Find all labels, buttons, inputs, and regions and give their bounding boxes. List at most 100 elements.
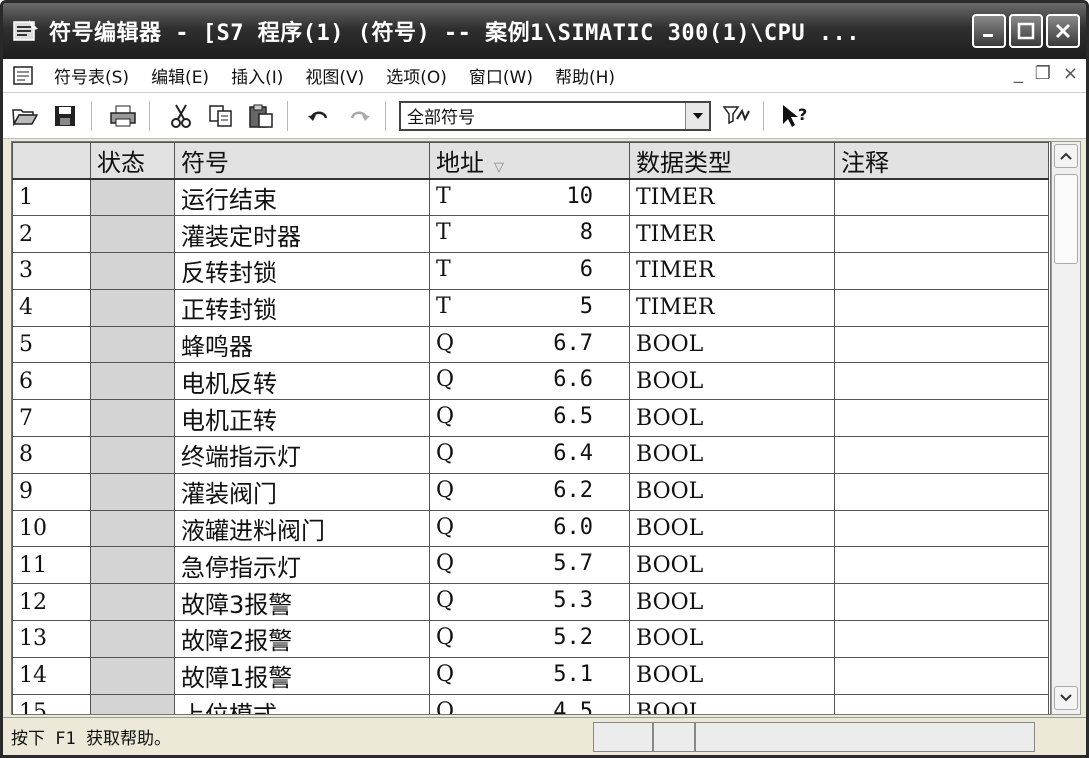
filter-button[interactable]	[719, 98, 755, 134]
symbol-cell[interactable]: 终端指示灯	[174, 436, 430, 474]
address-cell[interactable]: Q 5.3	[429, 583, 630, 622]
address-cell[interactable]: Q 4.5	[429, 693, 630, 714]
comment-cell[interactable]	[834, 472, 1049, 511]
symbol-cell[interactable]: 上位模式	[174, 693, 430, 714]
comment-cell[interactable]	[834, 362, 1049, 401]
symbol-cell[interactable]: 灌装阀门	[174, 472, 430, 511]
symbol-cell[interactable]: 蜂鸣器	[174, 325, 430, 364]
scroll-down-button[interactable]	[1054, 686, 1078, 710]
symbol-cell[interactable]: 故障1报警	[174, 656, 430, 695]
datatype-cell[interactable]: BOOL	[629, 620, 835, 658]
comment-cell[interactable]	[834, 215, 1049, 254]
address-cell[interactable]: T5	[429, 288, 630, 327]
copy-button[interactable]	[203, 98, 239, 134]
address-cell[interactable]: T 10	[429, 178, 630, 217]
symbol-cell[interactable]: 液罐进料阀门	[174, 509, 430, 548]
status-cell[interactable]	[90, 509, 175, 548]
row-number[interactable]: 10	[12, 509, 91, 548]
datatype-cell[interactable]: BOOL	[629, 656, 835, 695]
table-row[interactable]: 8 终端指示灯 Q 6.4 BOOL	[12, 436, 1049, 474]
comment-cell[interactable]	[834, 436, 1049, 474]
datatype-cell[interactable]: TIMER	[629, 215, 835, 254]
row-number[interactable]: 7	[12, 399, 91, 438]
table-row[interactable]: 15 上位模式 Q 4.5 BOOL	[12, 693, 1049, 714]
symbol-column-header[interactable]: 符号	[174, 142, 430, 180]
address-cell[interactable]: Q 5.7	[429, 546, 630, 585]
row-number[interactable]: 5	[12, 325, 91, 364]
paste-button[interactable]	[243, 98, 279, 134]
vertical-scrollbar[interactable]	[1051, 141, 1081, 715]
row-number[interactable]: 4	[12, 288, 91, 327]
menu-options[interactable]: 选项(O)	[375, 63, 458, 88]
status-cell[interactable]	[90, 252, 175, 290]
row-number[interactable]: 3	[12, 252, 91, 290]
table-row[interactable]: 14 故障1报警 Q 5.1 BOOL	[12, 656, 1049, 695]
row-number-header[interactable]	[12, 142, 91, 180]
comment-cell[interactable]	[834, 693, 1049, 714]
row-number[interactable]: 8	[12, 436, 91, 474]
address-cell[interactable]: Q 6.2	[429, 472, 630, 511]
menu-insert[interactable]: 插入(I)	[220, 63, 294, 88]
address-cell[interactable]: T6	[429, 252, 630, 290]
child-close-button[interactable]: ×	[1063, 63, 1078, 84]
datatype-cell[interactable]: BOOL	[629, 583, 835, 622]
status-cell[interactable]	[90, 656, 175, 695]
menu-help[interactable]: 帮助(H)	[544, 63, 626, 88]
table-row[interactable]: 13 故障2报警 Q 5.2 BOOL	[12, 620, 1049, 658]
datatype-cell[interactable]: TIMER	[629, 178, 835, 217]
row-number[interactable]: 13	[12, 620, 91, 658]
table-row[interactable]: 7 电机正转 Q 6.5 BOOL	[12, 399, 1049, 438]
table-row[interactable]: 11 急停指示灯 Q 5.7 BOOL	[12, 546, 1049, 585]
row-number[interactable]: 1	[12, 178, 91, 217]
context-help-button[interactable]: ?	[777, 98, 813, 134]
address-cell[interactable]: Q 6.7	[429, 325, 630, 364]
table-row[interactable]: 9 灌装阀门 Q 6.2 BOOL	[12, 472, 1049, 511]
datatype-cell[interactable]: BOOL	[629, 362, 835, 401]
undo-button[interactable]	[301, 98, 337, 134]
datatype-cell[interactable]: BOOL	[629, 399, 835, 438]
save-button[interactable]	[47, 98, 83, 134]
comment-cell[interactable]	[834, 178, 1049, 217]
address-cell[interactable]: Q 6.5	[429, 399, 630, 438]
status-cell[interactable]	[90, 215, 175, 254]
status-cell[interactable]	[90, 362, 175, 401]
table-row[interactable]: 1 运行结束 T 10 TIMER	[12, 178, 1049, 217]
address-cell[interactable]: T8	[429, 215, 630, 254]
symbol-filter-select[interactable]: 全部符号	[399, 100, 711, 131]
status-cell[interactable]	[90, 436, 175, 474]
symbol-cell[interactable]: 反转封锁	[174, 252, 430, 290]
status-column-header[interactable]: 状态	[90, 142, 175, 180]
table-row[interactable]: 4 正转封锁 T 5 TIMER	[12, 288, 1049, 327]
status-cell[interactable]	[90, 325, 175, 364]
menu-view[interactable]: 视图(V)	[294, 63, 375, 88]
symbol-cell[interactable]: 急停指示灯	[174, 546, 430, 585]
table-row[interactable]: 5 蜂鸣器 Q 6.7 BOOL	[12, 325, 1049, 364]
menu-edit[interactable]: 编辑(E)	[140, 63, 220, 88]
comment-cell[interactable]	[834, 399, 1049, 438]
comment-cell[interactable]	[834, 288, 1049, 327]
child-minimize-button[interactable]: _	[1014, 63, 1023, 84]
status-cell[interactable]	[90, 583, 175, 622]
address-column-header[interactable]: 地址 ▽	[429, 142, 630, 180]
datatype-cell[interactable]: BOOL	[629, 546, 835, 585]
close-button[interactable]	[1046, 14, 1080, 48]
status-cell[interactable]	[90, 620, 175, 658]
row-number[interactable]: 6	[12, 362, 91, 401]
comment-cell[interactable]	[834, 509, 1049, 548]
symbol-cell[interactable]: 故障2报警	[174, 620, 430, 658]
symbol-cell[interactable]: 灌装定时器	[174, 215, 430, 254]
print-button[interactable]	[105, 98, 141, 134]
comment-cell[interactable]	[834, 656, 1049, 695]
menu-window[interactable]: 窗口(W)	[458, 63, 544, 88]
datatype-cell[interactable]: BOOL	[629, 472, 835, 511]
table-row[interactable]: 6 电机反转 Q 6.6 BOOL	[12, 362, 1049, 401]
scroll-thumb[interactable]	[1054, 174, 1078, 264]
row-number[interactable]: 14	[12, 656, 91, 695]
status-cell[interactable]	[90, 693, 175, 714]
status-cell[interactable]	[90, 178, 175, 217]
filter-dropdown-arrow[interactable]	[685, 102, 709, 129]
address-cell[interactable]: Q 5.1	[429, 656, 630, 695]
document-icon[interactable]	[11, 64, 37, 88]
title-bar[interactable]: 符号编辑器 - [S7 程序(1) (符号) -- 案例1\SIMATIC 30…	[3, 3, 1086, 59]
status-cell[interactable]	[90, 288, 175, 327]
